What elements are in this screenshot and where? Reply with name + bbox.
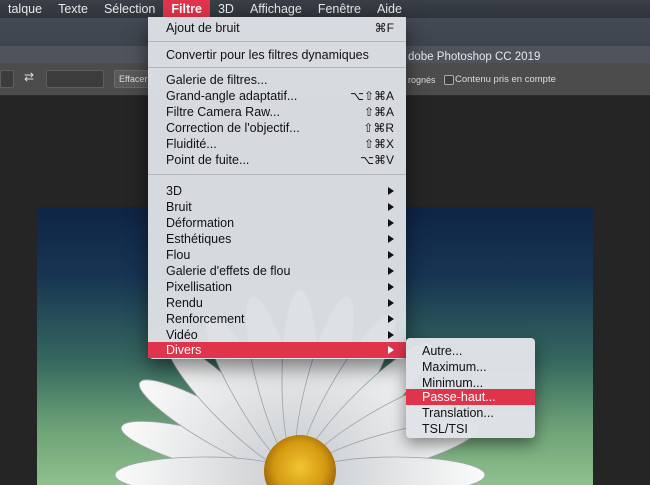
content-aware-label: Contenu pris en compte xyxy=(455,74,556,85)
menu-item-label: Renforcement xyxy=(166,312,245,326)
submenu-item-autre[interactable]: Autre... xyxy=(406,343,535,359)
menu-item-camera-raw[interactable]: Filtre Camera Raw... ⇧⌘A xyxy=(148,104,406,120)
submenu-arrow-icon xyxy=(388,283,394,291)
submenu-item-label: Autre... xyxy=(422,344,463,358)
menu-separator xyxy=(148,41,406,42)
menu-item-last-filter[interactable]: Ajout de bruit ⌘F xyxy=(148,20,406,36)
submenu-item-tsl-tsi[interactable]: TSL/TSI xyxy=(406,421,535,437)
submenu-item-label: Passe-haut... xyxy=(422,390,496,404)
submenu-arrow-icon xyxy=(388,187,394,195)
menu-separator xyxy=(148,174,406,175)
menu-item-label: Rendu xyxy=(166,296,203,310)
menu-item-label: Divers xyxy=(166,343,202,357)
menu-item-pixellisation[interactable]: Pixellisation xyxy=(148,279,406,295)
submenu-arrow-icon xyxy=(388,251,394,259)
menu-item-blur-gallery[interactable]: Galerie d'effets de flou xyxy=(148,263,406,279)
submenu-item-translation[interactable]: Translation... xyxy=(406,405,535,421)
menu-filtre[interactable]: Filtre xyxy=(163,0,210,18)
height-input[interactable] xyxy=(46,70,104,88)
menu-fenetre[interactable]: Fenêtre xyxy=(310,0,369,18)
menu-item-3d[interactable]: 3D xyxy=(148,183,406,199)
menu-item-shortcut: ⌥⌘V xyxy=(360,153,394,167)
submenu-arrow-icon xyxy=(388,219,394,227)
menu-item-label: Galerie d'effets de flou xyxy=(166,264,291,278)
menu-item-label: Convertir pour les filtres dynamiques xyxy=(166,48,369,62)
menu-item-shortcut: ⇧⌘A xyxy=(363,105,394,119)
menu-item-video[interactable]: Vidéo xyxy=(148,327,406,343)
menu-item-label: Grand-angle adaptatif... xyxy=(166,89,298,103)
menu-item-label: Fluidité... xyxy=(166,137,217,151)
menu-item-shortcut: ⇧⌘X xyxy=(363,137,394,151)
submenu-arrow-icon xyxy=(388,267,394,275)
submenu-arrow-icon xyxy=(388,331,394,339)
filter-menu: Ajout de bruit ⌘F Convertir pour les fil… xyxy=(148,17,406,359)
menu-aide[interactable]: Aide xyxy=(369,0,410,18)
menu-3d[interactable]: 3D xyxy=(210,0,242,18)
crop-pixels-label: rognés xyxy=(408,75,436,85)
menu-item-label: Point de fuite... xyxy=(166,153,250,167)
menu-bar: talque Texte Sélection Filtre 3D Afficha… xyxy=(0,0,650,18)
clear-button[interactable]: Effacer xyxy=(114,70,153,88)
width-input[interactable] xyxy=(0,70,14,88)
menu-texte[interactable]: Texte xyxy=(50,0,96,18)
menu-item-convert-smart-filters[interactable]: Convertir pour les filtres dynamiques xyxy=(148,47,406,63)
menu-item-shortcut: ⇧⌘R xyxy=(363,121,394,135)
app-title: dobe Photoshop CC 2019 xyxy=(408,51,541,63)
submenu-item-label: TSL/TSI xyxy=(422,422,468,436)
menu-item-label: Pixellisation xyxy=(166,280,233,294)
submenu-arrow-icon xyxy=(388,299,394,307)
menu-selection[interactable]: Sélection xyxy=(96,0,163,18)
menu-item-label: Ajout de bruit xyxy=(166,21,240,35)
menu-affichage[interactable]: Affichage xyxy=(242,0,310,18)
menu-item-liquify[interactable]: Fluidité... ⇧⌘X xyxy=(148,136,406,152)
submenu-arrow-icon xyxy=(388,346,394,354)
menu-item-label: Galerie de filtres... xyxy=(166,73,268,87)
submenu-arrow-icon xyxy=(388,235,394,243)
menu-item-esthetiques[interactable]: Esthétiques xyxy=(148,231,406,247)
menu-item-shortcut: ⌥⇧⌘A xyxy=(350,89,394,103)
submenu-item-label: Minimum... xyxy=(422,376,484,390)
swap-arrows-icon[interactable]: ⇄ xyxy=(24,70,34,84)
menu-item-label: Esthétiques xyxy=(166,232,232,246)
menu-item-label: Déformation xyxy=(166,216,235,230)
menu-item-label: 3D xyxy=(166,184,182,198)
menu-item-label: Bruit xyxy=(166,200,192,214)
menu-separator xyxy=(148,67,406,68)
menu-item-renforcement[interactable]: Renforcement xyxy=(148,311,406,327)
menu-item-rendu[interactable]: Rendu xyxy=(148,295,406,311)
menu-item-flou[interactable]: Flou xyxy=(148,247,406,263)
submenu-item-passe-haut[interactable]: Passe-haut... xyxy=(406,389,535,405)
submenu-arrow-icon xyxy=(388,203,394,211)
menu-item-shortcut: ⌘F xyxy=(374,21,394,35)
menu-item-label: Correction de l'objectif... xyxy=(166,121,300,135)
divers-submenu: Autre... Maximum... Minimum... Passe-hau… xyxy=(406,338,535,438)
submenu-arrow-icon xyxy=(388,315,394,323)
menu-item-label: Vidéo xyxy=(166,328,198,342)
menu-item-lens-correction[interactable]: Correction de l'objectif... ⇧⌘R xyxy=(148,120,406,136)
menu-item-bruit[interactable]: Bruit xyxy=(148,199,406,215)
menu-item-deformation[interactable]: Déformation xyxy=(148,215,406,231)
submenu-item-maximum[interactable]: Maximum... xyxy=(406,359,535,375)
menu-item-vanishing-point[interactable]: Point de fuite... ⌥⌘V xyxy=(148,152,406,168)
submenu-item-label: Maximum... xyxy=(422,360,487,374)
menu-catalogue[interactable]: talque xyxy=(0,0,50,18)
content-aware-checkbox[interactable] xyxy=(444,75,454,85)
submenu-item-label: Translation... xyxy=(422,406,494,420)
menu-item-filter-gallery[interactable]: Galerie de filtres... xyxy=(148,72,406,88)
menu-item-adaptive-wide-angle[interactable]: Grand-angle adaptatif... ⌥⇧⌘A xyxy=(148,88,406,104)
menu-item-divers[interactable]: Divers xyxy=(148,342,406,358)
menu-item-label: Filtre Camera Raw... xyxy=(166,105,280,119)
menu-item-label: Flou xyxy=(166,248,191,262)
